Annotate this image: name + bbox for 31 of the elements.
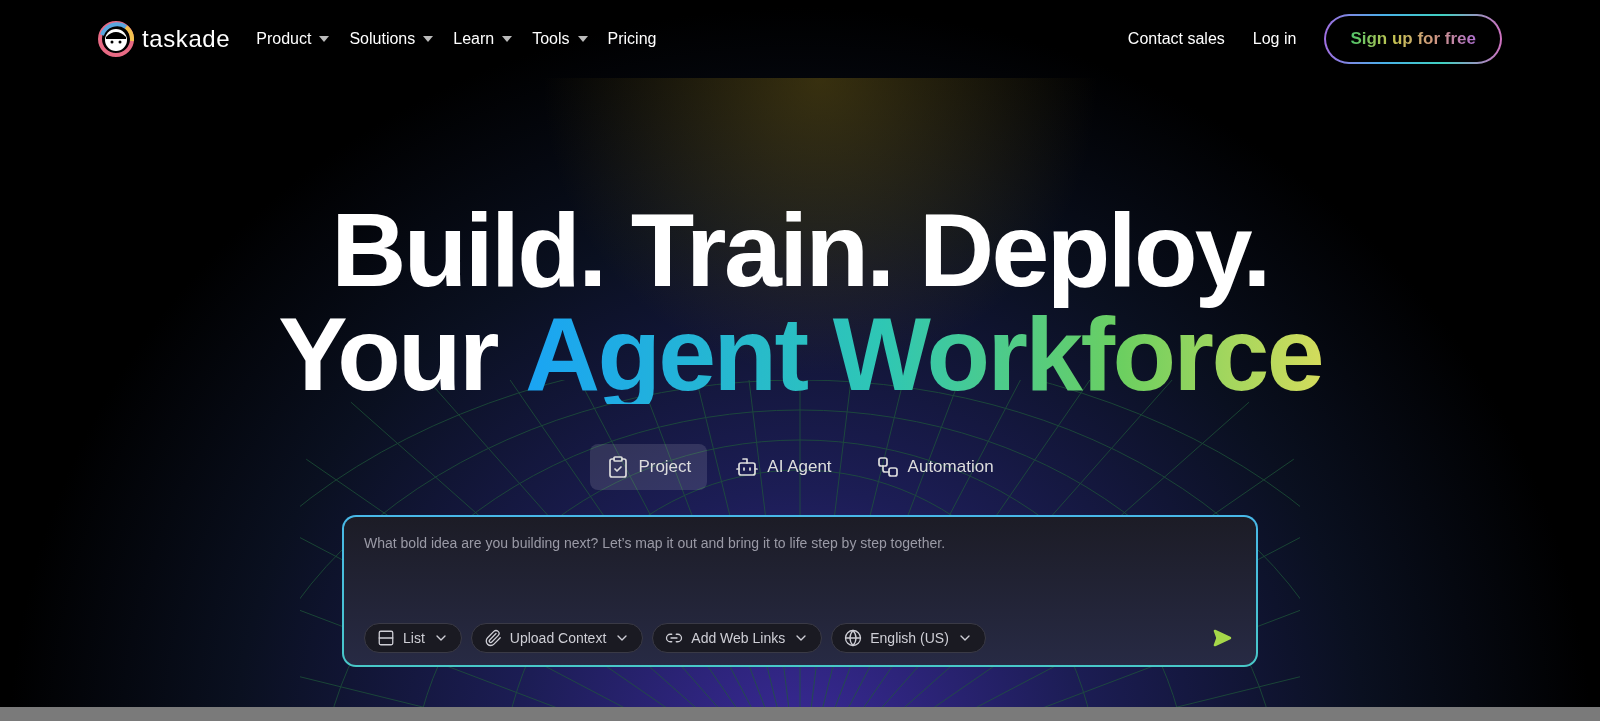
brand-name[interactable]: taskade	[142, 21, 231, 57]
mode-icon	[735, 455, 760, 479]
option-dropdown[interactable]: List	[364, 623, 462, 653]
nav-link[interactable]: Solutions	[349, 27, 434, 51]
mode-icon	[875, 455, 900, 479]
option-icon	[377, 629, 395, 647]
login-link[interactable]: Log in	[1252, 27, 1297, 51]
option-icon	[483, 629, 502, 647]
logo-icon	[98, 21, 134, 57]
prompt-input[interactable]: What bold idea are you building next? Let’s map it out and bring it to life step by step together.	[364, 533, 1236, 623]
option-icon	[844, 629, 863, 647]
nav-link[interactable]: Pricing	[607, 27, 657, 51]
mode-tab[interactable]: AI Agent	[719, 444, 848, 490]
mode-tab[interactable]: Automation	[859, 444, 1010, 490]
scrollbar[interactable]	[0, 707, 1600, 721]
caret-icon	[502, 36, 513, 42]
option-dropdown[interactable]: English (US)	[831, 623, 986, 653]
nav-link[interactable]: Product	[256, 27, 330, 51]
mode-tab[interactable]: Project	[590, 444, 708, 490]
signup-button[interactable]: Sign up for free	[1324, 14, 1502, 64]
nav-link[interactable]: Tools	[532, 27, 588, 51]
send-icon	[1212, 628, 1232, 648]
caret-icon	[577, 36, 588, 42]
option-dropdown[interactable]: Upload Context	[470, 623, 644, 653]
caret-icon	[423, 36, 434, 42]
option-dropdown[interactable]: Add Web Links	[652, 623, 823, 653]
prompt-box[interactable]: What bold idea are you building next? Let’s map it out and bring it to life step by step together. List Upload Context Add Web Links English (US)	[344, 517, 1256, 665]
contact-sales-link[interactable]: Contact sales	[1127, 27, 1225, 51]
caret-icon	[319, 36, 330, 42]
nav-link[interactable]: Learn	[453, 27, 513, 51]
hero-heading-text: Your	[278, 304, 497, 404]
